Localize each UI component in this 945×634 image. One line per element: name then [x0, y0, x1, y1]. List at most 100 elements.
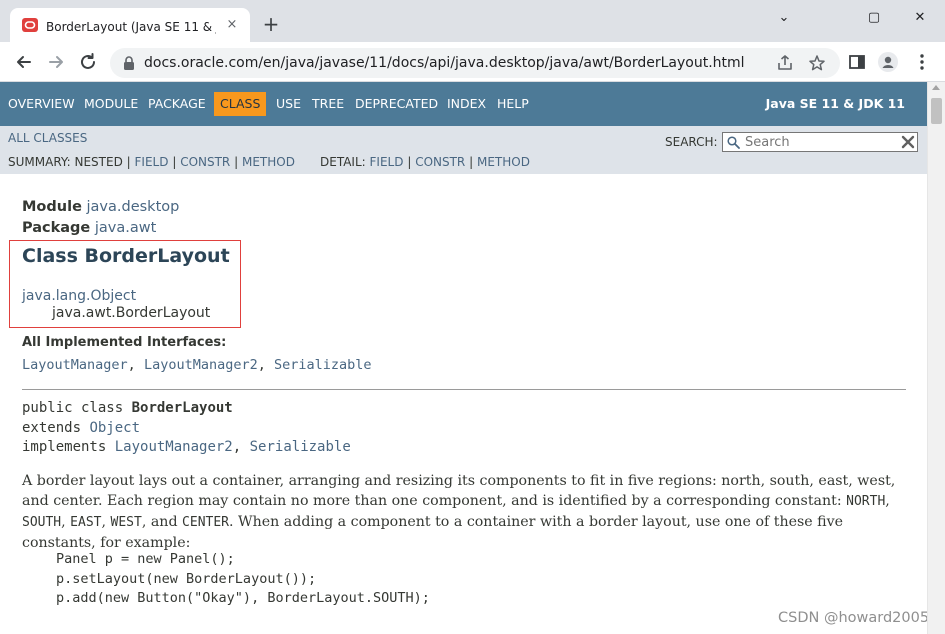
separator: |	[126, 155, 131, 169]
summary-constr-link[interactable]: CONSTR	[180, 155, 230, 169]
search-icon	[727, 136, 740, 149]
url-text[interactable]: docs.oracle.com/en/java/javase/11/docs/a…	[144, 55, 745, 71]
package-label: Package	[22, 220, 91, 236]
search-input[interactable]: Search	[722, 132, 918, 152]
reload-icon[interactable]	[77, 51, 99, 73]
tab-title: BorderLayout (Java SE 11 & JDK 11 )	[46, 20, 216, 34]
tab-close-icon[interactable]: ×	[224, 17, 240, 33]
declaration-line-class: public class BorderLayout	[22, 400, 233, 416]
section-divider	[22, 389, 906, 390]
decl-impl-link[interactable]: LayoutManager2	[115, 439, 233, 455]
nav-index[interactable]: INDEX	[447, 96, 486, 111]
close-window-button[interactable]: ✕	[910, 9, 930, 27]
class-description: A border layout lays out a container, ar…	[22, 471, 906, 553]
back-icon[interactable]	[13, 51, 35, 73]
maximize-button[interactable]: ▢	[864, 9, 884, 27]
nav-tree[interactable]: TREE	[312, 96, 344, 111]
lock-icon[interactable]	[122, 56, 136, 70]
summary-field-link[interactable]: FIELD	[135, 155, 169, 169]
forward-icon[interactable]	[45, 51, 67, 73]
interface-link[interactable]: LayoutManager2	[144, 357, 258, 373]
inheritance-object-link[interactable]: java.lang.Object	[22, 288, 136, 304]
summary-nested: NESTED	[74, 155, 123, 169]
code-line: p.add(new Button("Okay"), BorderLayout.S…	[56, 590, 430, 606]
code-line: p.setLayout(new BorderLayout());	[56, 571, 317, 587]
constant-west: WEST	[110, 515, 142, 530]
new-tab-button[interactable]: +	[262, 14, 280, 34]
code-line: Panel p = new Panel();	[56, 551, 235, 567]
implemented-interfaces-list: LayoutManager, LayoutManager2, Serializa…	[22, 357, 372, 373]
list-comma: ,	[232, 439, 242, 455]
constant-center: CENTER	[182, 515, 230, 530]
module-link[interactable]: java.desktop	[87, 199, 180, 215]
declaration-line-implements: implements LayoutManager2, Serializable	[22, 439, 351, 455]
description-comma: ,	[101, 514, 106, 530]
nav-class-active: CLASS	[214, 92, 267, 116]
scroll-up-icon[interactable]	[932, 85, 940, 90]
profile-icon[interactable]	[878, 52, 898, 72]
nav-deprecated[interactable]: DEPRECATED	[355, 96, 438, 111]
address-bar[interactable]: docs.oracle.com/en/java/javase/11/docs/a…	[110, 48, 840, 78]
share-icon[interactable]	[776, 54, 794, 72]
implemented-interfaces-heading: All Implemented Interfaces:	[22, 335, 227, 350]
decl-modifiers: public class	[22, 400, 124, 416]
description-text: A border layout lays out a container, ar…	[22, 473, 896, 509]
search-label: SEARCH:	[665, 135, 718, 149]
description-and: , and	[141, 514, 178, 530]
scroll-thumb[interactable]	[931, 98, 942, 124]
tab-strip: BorderLayout (Java SE 11 & JDK 11 ) × + …	[0, 0, 945, 42]
sidepanel-icon[interactable]	[847, 52, 867, 72]
summary-links: SUMMARY: NESTED | FIELD | CONSTR | METHO…	[8, 155, 295, 169]
minimize-button[interactable]: ⌄	[774, 9, 794, 27]
package-link[interactable]: java.awt	[95, 220, 156, 236]
nav-use[interactable]: USE	[276, 96, 301, 111]
browser-tab[interactable]: BorderLayout (Java SE 11 & JDK 11 ) ×	[10, 8, 250, 42]
detail-constr-link[interactable]: CONSTR	[415, 155, 465, 169]
summary-method-link[interactable]: METHOD	[242, 155, 295, 169]
star-icon[interactable]	[808, 54, 826, 72]
package-line: Package java.awt	[22, 220, 156, 236]
all-classes-link[interactable]: ALL CLASSES	[8, 131, 87, 145]
separator: |	[234, 155, 239, 169]
reset-search-icon[interactable]	[901, 135, 915, 149]
page-scrollbar[interactable]	[927, 82, 945, 634]
page-viewport: OVERVIEW MODULE PACKAGE CLASS USE TREE D…	[0, 82, 927, 634]
nav-overview[interactable]: OVERVIEW	[8, 96, 75, 111]
decl-impl-link[interactable]: Serializable	[250, 439, 351, 455]
interface-link[interactable]: Serializable	[274, 357, 372, 373]
interface-link[interactable]: LayoutManager	[22, 357, 128, 373]
decl-extends: extends	[22, 420, 82, 436]
declaration-line-extends: extends Object	[22, 420, 140, 436]
inheritance-current-class: java.awt.BorderLayout	[52, 305, 211, 321]
constant-south: SOUTH	[22, 515, 62, 530]
module-label: Module	[22, 199, 82, 215]
description-comma: ,	[885, 493, 890, 509]
constant-north: NORTH	[846, 494, 886, 509]
list-comma: ,	[127, 357, 136, 373]
separator: |	[407, 155, 412, 169]
watermark: CSDN @howard2005	[778, 610, 927, 626]
menu-icon[interactable]	[912, 52, 932, 72]
module-line: Module java.desktop	[22, 199, 179, 215]
page-title: Class BorderLayout	[22, 245, 230, 267]
separator: |	[172, 155, 177, 169]
search-placeholder: Search	[745, 135, 790, 150]
description-comma: ,	[61, 514, 66, 530]
detail-label: DETAIL:	[320, 155, 366, 169]
nav-module[interactable]: MODULE	[84, 96, 138, 111]
list-comma: ,	[257, 357, 266, 373]
javadoc-top-nav: OVERVIEW MODULE PACKAGE CLASS USE TREE D…	[0, 82, 927, 126]
separator: |	[469, 155, 474, 169]
decl-implements: implements	[22, 439, 107, 455]
decl-extends-link[interactable]: Object	[89, 420, 140, 436]
javadoc-sub-nav: ALL CLASSES SEARCH: Search SUMMARY: NEST…	[0, 126, 927, 174]
oracle-favicon-icon	[22, 18, 38, 32]
decl-class-name: BorderLayout	[131, 400, 233, 416]
nav-package[interactable]: PACKAGE	[148, 96, 206, 111]
detail-links: DETAIL: FIELD | CONSTR | METHOD	[320, 155, 530, 169]
detail-field-link[interactable]: FIELD	[370, 155, 404, 169]
nav-help[interactable]: HELP	[497, 96, 529, 111]
nav-brand: Java SE 11 & JDK 11	[765, 96, 905, 111]
browser-toolbar: docs.oracle.com/en/java/javase/11/docs/a…	[0, 42, 945, 82]
detail-method-link[interactable]: METHOD	[477, 155, 530, 169]
